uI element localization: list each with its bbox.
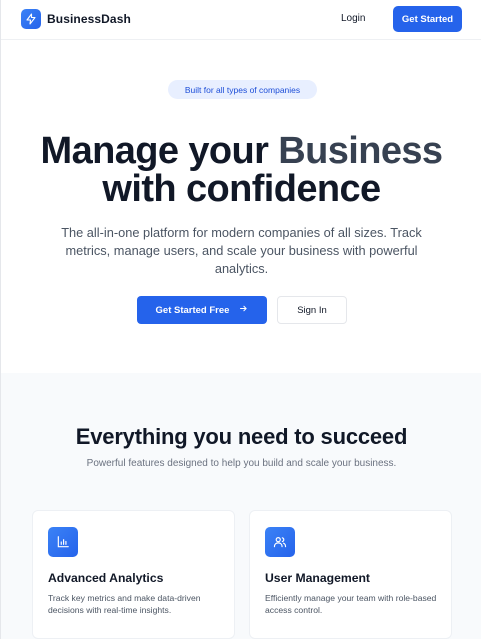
hero-title-part: Manage your: [40, 130, 279, 172]
login-link[interactable]: Login: [341, 13, 365, 24]
hero-title-accent: Business: [278, 130, 443, 172]
hero-title: Manage your Business with confidence: [1, 132, 481, 208]
landing-page: BusinessDash Login Get Started Built for…: [0, 0, 481, 639]
feature-card-text: Efficiently manage your team with role-b…: [265, 593, 437, 615]
feature-card-text: Track key metrics and make data-driven d…: [48, 593, 201, 615]
hero-badge: Built for all types of companies: [168, 80, 317, 99]
feature-card-analytics: Advanced Analytics Track key metrics and…: [32, 510, 235, 639]
features-subtitle: Powerful features designed to help you b…: [86, 458, 397, 469]
brand-name: BusinessDash: [47, 12, 131, 26]
get-started-free-label: Get Started Free: [155, 304, 230, 316]
get-started-button[interactable]: Get Started: [393, 6, 462, 32]
features-section: Everything you need to succeed Powerful …: [1, 373, 481, 639]
sign-in-button[interactable]: Sign In: [277, 296, 347, 324]
bar-chart-icon: [48, 527, 78, 557]
arrow-right-icon: [239, 304, 248, 316]
get-started-free-button[interactable]: Get Started Free: [137, 296, 267, 324]
hero-title-line2: with confidence: [102, 168, 381, 210]
hero-subtitle: The all-in-one platform for modern compa…: [61, 225, 422, 276]
feature-card-title: User Management: [265, 571, 370, 585]
users-icon: [265, 527, 295, 557]
feature-card-users: User Management Efficiently manage your …: [249, 510, 452, 639]
brand[interactable]: BusinessDash: [21, 9, 131, 29]
top-navbar: BusinessDash Login Get Started: [1, 0, 481, 40]
feature-card-title: Advanced Analytics: [48, 571, 164, 585]
lightning-icon: [21, 9, 41, 29]
features-title: Everything you need to succeed: [75, 424, 408, 449]
